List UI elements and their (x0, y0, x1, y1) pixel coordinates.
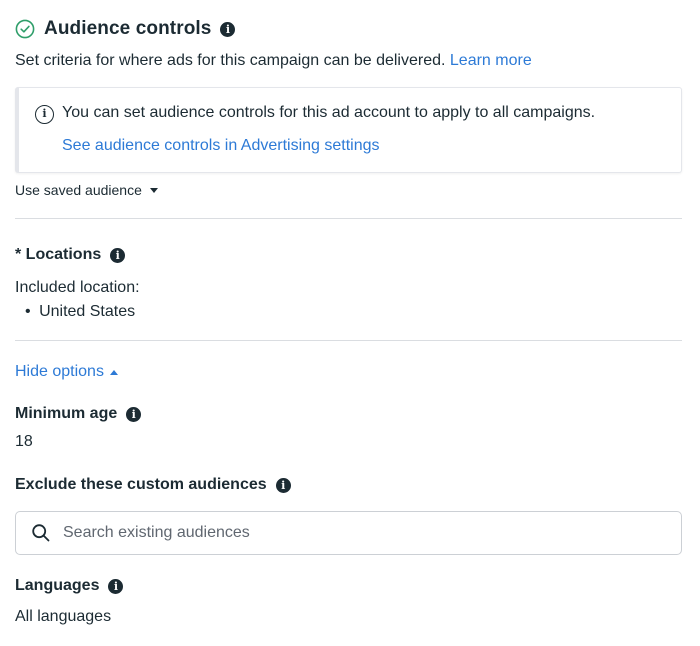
languages-title: Languages (15, 577, 100, 594)
chevron-up-icon (109, 369, 118, 375)
description-text: Set criteria for where ads for this camp… (15, 52, 446, 69)
location-name: United States (39, 303, 136, 320)
bullet-dot: • (25, 303, 31, 320)
saved-audience-label: Use saved audience (15, 182, 142, 198)
minimum-age-value: 18 (15, 433, 33, 450)
info-icon[interactable]: i (110, 247, 126, 263)
check-circle-icon (15, 19, 35, 39)
account-controls-notice: i You can set audience controls for this… (15, 87, 682, 173)
divider (15, 340, 682, 341)
minimum-age-heading: Minimum age i (15, 405, 142, 423)
minimum-age-title: Minimum age (15, 405, 118, 422)
search-icon (32, 524, 50, 542)
advertising-settings-link[interactable]: See audience controls in Advertising set… (62, 137, 380, 155)
included-location-label: Included location: (15, 279, 140, 296)
audience-controls-panel: Audience controls i Set criteria for whe… (0, 0, 700, 646)
chevron-down-icon (149, 187, 158, 193)
info-icon[interactable]: i (126, 406, 142, 422)
locations-heading: * Locations i (15, 246, 126, 264)
exclude-audiences-heading: Exclude these custom audiences i (15, 476, 291, 494)
languages-heading: Languages i (15, 577, 124, 595)
hide-options-label: Hide options (15, 363, 104, 380)
section-description: Set criteria for where ads for this camp… (15, 52, 532, 70)
use-saved-audience-dropdown[interactable]: Use saved audience (15, 182, 158, 198)
page-title: Audience controls (44, 18, 212, 39)
info-outline-icon: i (35, 105, 54, 124)
divider (15, 218, 682, 219)
info-icon[interactable]: i (275, 477, 291, 493)
notice-text: You can set audience controls for this a… (62, 104, 596, 121)
section-header: Audience controls i (15, 17, 236, 41)
search-input[interactable] (63, 524, 623, 542)
info-icon[interactable]: i (220, 21, 236, 37)
hide-options-toggle[interactable]: Hide options (15, 363, 118, 381)
location-item: • United States (25, 303, 135, 321)
languages-value: All languages (15, 608, 112, 625)
exclude-audiences-title: Exclude these custom audiences (15, 476, 267, 493)
locations-title: * Locations (15, 246, 102, 263)
audience-search-field[interactable] (15, 511, 682, 555)
learn-more-link[interactable]: Learn more (450, 52, 532, 69)
info-icon[interactable]: i (108, 578, 124, 594)
